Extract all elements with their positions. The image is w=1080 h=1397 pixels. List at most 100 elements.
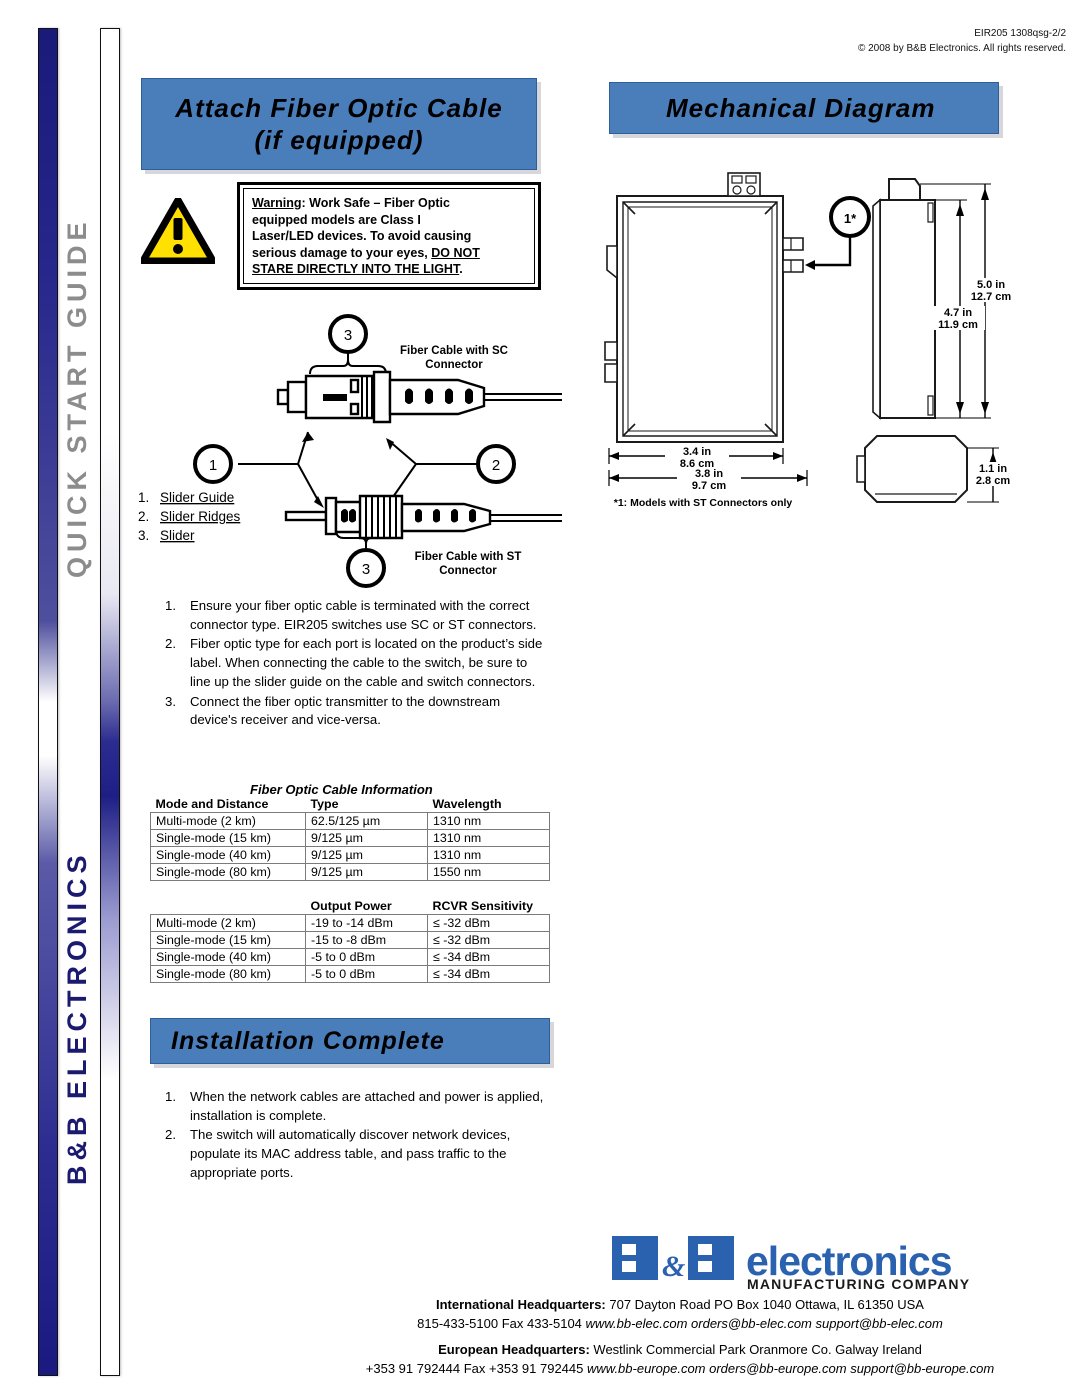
step-number: 1. — [165, 598, 176, 613]
cell-mode: Single-mode (40 km) — [150, 846, 306, 864]
section-banner-attach-fiber-optic-cable: Attach Fiber Optic Cable (if equipped) — [141, 78, 537, 170]
column-header-output-power: Output Power — [305, 898, 428, 915]
dim-height2-cm: 11.9 cm — [938, 319, 978, 331]
dim-height-cm: 12.7 cm — [971, 291, 1012, 303]
warning-line4a: serious damage to your eyes, — [252, 245, 432, 260]
column-header: Mode and Distance — [150, 796, 306, 813]
warning-line5: STARE DIRECTLY INTO THE LIGHT — [252, 262, 460, 276]
cell-type: 9/125 µm — [305, 863, 428, 881]
footer-eu-web[interactable]: www.bb-europe.com orders@bb-europe.com s… — [587, 1361, 994, 1376]
section-banner-mechanical-diagram: Mechanical Diagram — [609, 82, 999, 134]
cell-type: 9/125 µm — [305, 829, 428, 847]
callout-2-label: 2 — [492, 457, 500, 474]
cell-wavelength: 1310 nm — [427, 846, 550, 864]
table-row: Single-mode (40 km) -5 to 0 dBm ≤ -34 dB… — [150, 948, 550, 966]
step-text: The switch will automatically discover n… — [190, 1127, 511, 1180]
footer-intl-address: 707 Dayton Road PO Box 1040 Ottawa, IL 6… — [605, 1297, 924, 1312]
mechanical-diagram: 1* 3.4 in 8.6 cm 3.8 in 9.7 cm *1: Model… — [604, 172, 1015, 509]
cell-wavelength: 1310 nm — [427, 829, 550, 847]
banner-attach-line2: (if equipped) — [254, 125, 424, 155]
label-sc-line2: Connector — [425, 359, 483, 371]
legend-text-1: Slider Guide — [160, 490, 234, 505]
column-header-blank — [150, 898, 306, 915]
table-row: Single-mode (15 km) -15 to -8 dBm ≤ -32 … — [150, 931, 550, 949]
warning-text-box: Warning: Work Safe – Fiber Optic equippe… — [237, 182, 541, 290]
table-row: Multi-mode (2 km) 62.5/125 µm 1310 nm — [150, 812, 550, 830]
footer-intl-label: International Headquarters: — [436, 1297, 606, 1312]
logo-ampersand: & — [662, 1250, 685, 1283]
doc-copyright: © 2008 by B&B Electronics. All rights re… — [857, 43, 1066, 54]
column-header: Wavelength — [427, 796, 550, 813]
cell-wavelength: 1310 nm — [427, 812, 550, 830]
mech-note: *1: Models with ST Connectors only — [614, 497, 793, 509]
callout-3-top-label: 3 — [344, 327, 352, 344]
step-number: 1. — [165, 1089, 176, 1104]
rail-bar-white — [100, 28, 120, 1376]
footer-spacer — [300, 1334, 1060, 1341]
footer-intl-phone: 815-433-5100 Fax 433-5104 — [417, 1315, 582, 1331]
legend-num-1: 1. — [138, 490, 149, 505]
cell-mode: Single-mode (80 km) — [150, 965, 306, 983]
table-header-row: Output Power RCVR Sensitivity — [150, 898, 550, 915]
warning-line5-end: . — [459, 262, 463, 276]
side-rail: QUICK START GUIDE B&B ELECTRONICS — [0, 0, 130, 1397]
label-st-line1: Fiber Cable with ST — [415, 551, 522, 563]
footer-eu-line1: European Headquarters: Westlink Commerci… — [300, 1341, 1060, 1360]
document-meta: EIR205 1308qsg-2/2 © 2008 by B&B Electro… — [858, 26, 1066, 56]
cell-mode: Single-mode (15 km) — [150, 931, 306, 949]
banner-attach-line1: Attach Fiber Optic Cable — [175, 92, 503, 123]
cell-mode: Single-mode (80 km) — [150, 863, 306, 881]
rail-bar-navy — [38, 28, 58, 1376]
bb-electronics-logo: & electronics MANUFACTURING COMPANY — [612, 1236, 970, 1292]
legend-num-2: 2. — [138, 509, 149, 524]
dim-depth-cm: 2.8 cm — [976, 475, 1010, 487]
warning-line2: equipped models are Class I — [252, 212, 421, 227]
cell-output-power: -19 to -14 dBm — [305, 914, 428, 932]
logo-tagline: MANUFACTURING COMPANY — [747, 1276, 970, 1292]
dim-width2-cm: 9.7 cm — [692, 480, 726, 492]
column-header: Type — [305, 796, 428, 813]
cell-rcvr: ≤ -32 dBm — [427, 914, 550, 932]
warning-label: Warning — [252, 196, 302, 210]
cell-wavelength: 1550 nm — [427, 863, 550, 881]
footer-intl-line2: 815-433-5100 Fax 433-5104 www.bb-elec.co… — [300, 1315, 1060, 1334]
cell-output-power: -5 to 0 dBm — [305, 965, 428, 983]
legend-num-3: 3. — [138, 528, 149, 543]
warning-line1-rest: : Work Safe – Fiber Optic — [301, 196, 450, 210]
footer-eu-label: European Headquarters: — [438, 1341, 590, 1357]
dim-width2-in: 3.8 in — [695, 468, 723, 480]
table-row: Single-mode (80 km) -5 to 0 dBm ≤ -34 dB… — [150, 965, 550, 983]
doc-part-number: EIR205 1308qsg-2/2 — [974, 28, 1066, 39]
step-text: Connect the fiber optic transmitter to t… — [190, 693, 501, 728]
rail-label-quick-start-guide: QUICK START GUIDE — [62, 217, 92, 579]
label-sc-line1: Fiber Cable with SC — [400, 345, 508, 357]
label-st-line2: Connector — [439, 565, 497, 577]
rail-label-bb-electronics: B&B ELECTRONICS — [62, 850, 92, 1185]
warning-line4b: DO NOT — [431, 245, 480, 260]
fiber-connector-diagram: 1 2 3 3 Fiber Cable with SC Connector Fi… — [138, 314, 562, 588]
cell-rcvr: ≤ -34 dBm — [427, 948, 550, 966]
step-number: 2. — [165, 636, 176, 652]
table-row: Single-mode (80 km) 9/125 µm 1550 nm — [150, 863, 550, 881]
footer-intl-web[interactable]: www.bb-elec.com orders@bb-elec.com suppo… — [586, 1316, 943, 1331]
dim-height-in: 5.0 in — [977, 279, 1005, 291]
footer-contact-info: International Headquarters: 707 Dayton R… — [300, 1296, 1060, 1378]
cell-mode: Single-mode (40 km) — [150, 948, 306, 966]
dim-depth-in: 1.1 in — [979, 463, 1007, 475]
cell-mode: Multi-mode (2 km) — [150, 812, 306, 830]
warning-line3: Laser/LED devices. To avoid causing — [252, 229, 472, 243]
warning-block: Warning: Work Safe – Fiber Optic equippe… — [141, 182, 541, 292]
cell-rcvr: ≤ -34 dBm — [427, 965, 550, 983]
footer-eu-line2: +353 91 792444 Fax +353 91 792445 www.bb… — [300, 1360, 1060, 1379]
cell-output-power: -15 to -8 dBm — [305, 931, 428, 949]
banner-mechanical-label: Mechanical Diagram — [666, 92, 936, 123]
legend-text-3: Slider — [160, 528, 195, 543]
list-item: 2. The switch will automatically discove… — [150, 1126, 550, 1182]
cell-mode: Single-mode (15 km) — [150, 829, 306, 847]
dim-height2-in: 4.7 in — [944, 307, 972, 319]
legend-text-2: Slider Ridges — [160, 509, 241, 524]
table-title-fiber-optic-cable-information: Fiber Optic Cable Information — [250, 782, 433, 797]
column-header-rcvr-sensitivity: RCVR Sensitivity — [427, 898, 550, 915]
table-row: Multi-mode (2 km) -19 to -14 dBm ≤ -32 d… — [150, 914, 550, 932]
dim-width-in: 3.4 in — [683, 446, 711, 458]
